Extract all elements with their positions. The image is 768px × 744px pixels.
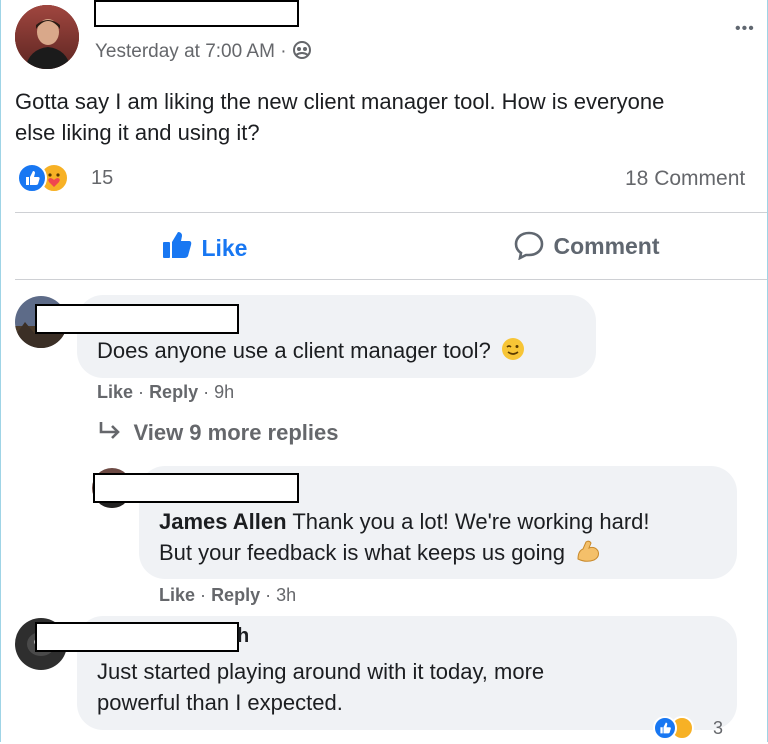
comment-text: Just started playing around with it toda…: [97, 656, 544, 718]
reply-text: James Allen Thank you a lot! We're worki…: [159, 506, 650, 571]
more-icon[interactable]: •••: [735, 20, 755, 38]
reply-like-button[interactable]: Like: [159, 585, 195, 605]
post-meta: Yesterday at 7:00 AM ·: [95, 40, 312, 66]
reaction-count: 15: [91, 167, 114, 189]
view-more-replies[interactable]: View 9 more replies: [97, 420, 339, 447]
separator: ·: [200, 585, 207, 605]
reply-text-line: But your feedback is what keeps us going: [159, 537, 650, 571]
post-text: Gotta say I am liking the new client man…: [15, 86, 664, 148]
comment-text-line: powerful than I expected.: [97, 690, 343, 715]
post-text-line: Gotta say I am liking the new client man…: [15, 89, 665, 114]
wink-emoji-icon: [501, 337, 525, 369]
reactions-summary[interactable]: 15: [17, 163, 137, 195]
post-author-name-redacted: [94, 0, 299, 27]
separator: ·: [265, 585, 272, 605]
reply-time[interactable]: 3h: [276, 585, 296, 605]
divider: [15, 279, 767, 280]
meta-separator: ·: [280, 41, 287, 62]
post-timestamp[interactable]: Yesterday at 7:00 AM: [95, 41, 275, 62]
comment-actions: Like · Reply · 9h: [97, 382, 234, 403]
separator: ·: [138, 382, 145, 402]
comment-text-line: Just started playing around with it toda…: [97, 659, 545, 684]
comment-reactions[interactable]: 3: [653, 716, 733, 744]
reply-text-content: But your feedback is what keeps us going: [159, 540, 566, 565]
comment-button[interactable]: Comment: [513, 230, 660, 264]
replier-name-redacted: [93, 473, 299, 503]
commenter-name-redacted: [35, 304, 239, 334]
comment-text: Does anyone use a client manager tool?: [97, 335, 525, 369]
like-reaction-icon: [653, 716, 677, 740]
comment-text-content: Does anyone use a client manager tool?: [97, 338, 491, 363]
reply-reply-button[interactable]: Reply: [211, 585, 260, 605]
like-label: Like: [201, 235, 248, 261]
thumbs-up-icon: [161, 230, 193, 265]
like-button[interactable]: Like: [161, 230, 247, 264]
comment-reaction-count: 3: [713, 718, 724, 738]
reply-text-content: Thank you a lot! We're working hard!: [292, 509, 650, 534]
like-reaction-icon: [17, 163, 47, 193]
flexed-biceps-emoji-icon: [575, 539, 601, 571]
friends-icon: [292, 40, 312, 66]
reply-arrow-icon: [97, 420, 123, 447]
commenter-name-redacted: [35, 622, 239, 652]
comment-time[interactable]: 9h: [214, 382, 234, 402]
comment-like-button[interactable]: Like: [97, 382, 133, 402]
reply-actions: Like · Reply · 3h: [159, 585, 296, 606]
comment-icon: [513, 230, 545, 265]
comment-label: Comment: [553, 233, 660, 259]
comment-reply-button[interactable]: Reply: [149, 382, 198, 402]
divider: [15, 212, 767, 213]
commenter-name-fragment: h: [237, 625, 250, 647]
view-more-replies-label: View 9 more replies: [133, 420, 339, 445]
post-author-avatar[interactable]: [15, 5, 79, 69]
post-text-line: else liking it and using it?: [15, 120, 260, 145]
reply-author-name[interactable]: James Allen: [159, 509, 287, 534]
comment-count[interactable]: 18 Comment: [625, 167, 745, 191]
separator: ·: [203, 382, 210, 402]
reply-text-line: James Allen Thank you a lot! We're worki…: [159, 506, 650, 537]
